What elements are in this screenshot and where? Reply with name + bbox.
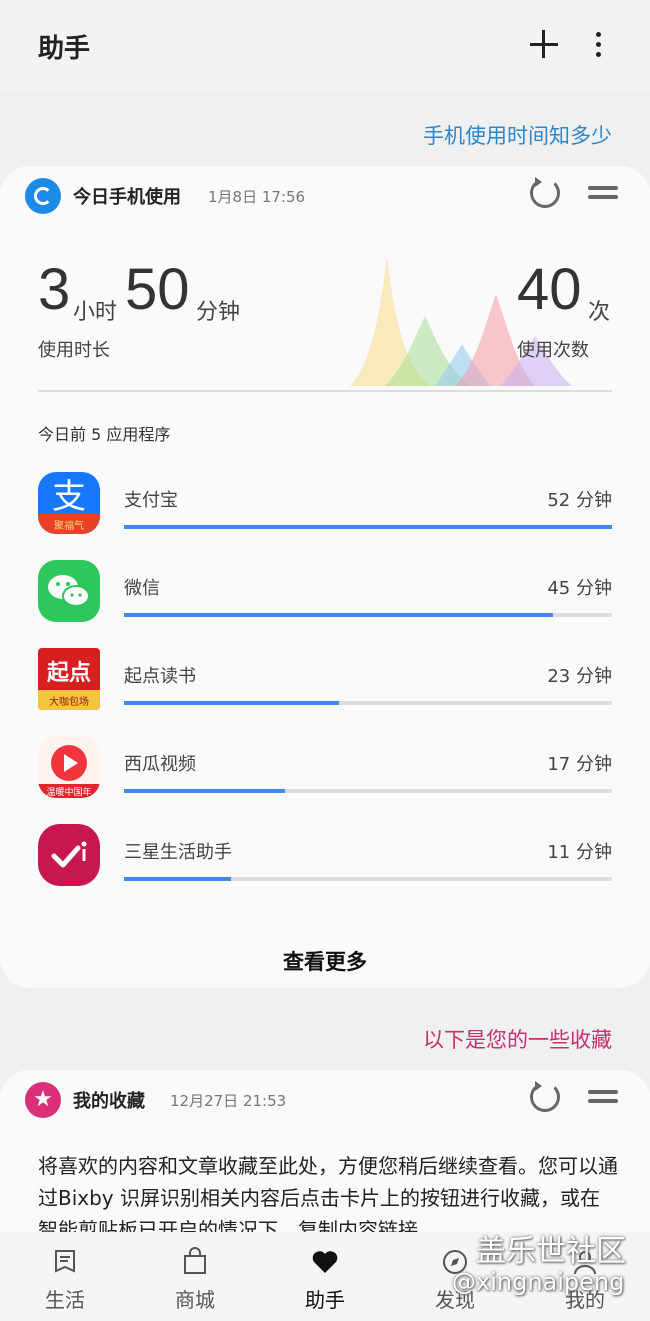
usage-minutes-unit: 分钟	[196, 300, 241, 325]
star-icon: ★	[25, 1082, 61, 1118]
app-name: 支付宝	[124, 490, 178, 511]
xigua-video-icon: 温暖中国年	[38, 736, 100, 798]
usage-icon	[25, 178, 61, 214]
add-icon[interactable]	[528, 28, 560, 60]
top-apps-label: 今日前 5 应用程序	[38, 425, 171, 444]
samsung-life-assistant-icon	[38, 824, 100, 886]
app-name: 三星生活助手	[124, 842, 232, 863]
app-name: 起点读书	[124, 666, 196, 687]
card-title: 我的收藏	[73, 1091, 145, 1112]
phone-usage-card: 今日手机使用 1月8日 17:56 3 小时 50 分钟 使用时长 40 次 使…	[0, 166, 650, 988]
usage-hours-unit: 小时	[73, 300, 118, 325]
app-usage-bar	[124, 701, 612, 705]
nav-item-assistant[interactable]: 助手	[270, 1232, 380, 1321]
app-row-xigua[interactable]: 温暖中国年 西瓜视频 17 分钟	[0, 736, 650, 806]
heart-icon	[312, 1251, 338, 1273]
alipay-icon: 支 聚福气	[38, 472, 100, 534]
usage-info-link[interactable]: 手机使用时间知多少	[423, 120, 612, 150]
favorites-info-link[interactable]: 以下是您的一些收藏	[423, 1024, 612, 1054]
app-minutes: 52 分钟	[547, 490, 612, 511]
app-name: 微信	[124, 578, 160, 599]
nav-item-store[interactable]: 商城	[140, 1232, 250, 1321]
nav-label: 助手	[305, 1288, 345, 1312]
shopping-bag-icon	[184, 1247, 206, 1274]
app-usage-bar	[124, 613, 612, 617]
app-usage-fill	[124, 877, 232, 881]
refresh-icon[interactable]	[530, 1081, 560, 1112]
app-name: 西瓜视频	[124, 754, 196, 775]
watermark-title: 盖乐世社区	[476, 1234, 626, 1269]
nav-item-life[interactable]: 生活	[10, 1232, 120, 1321]
book-icon	[55, 1250, 75, 1273]
app-usage-fill	[124, 525, 612, 529]
nav-label: 生活	[45, 1288, 85, 1312]
app-usage-bar	[124, 877, 612, 881]
qidian-icon: 起点 大咖包场	[38, 648, 100, 710]
nav-label: 商城	[175, 1288, 215, 1312]
usage-minutes-value: 50	[125, 257, 190, 322]
drag-handle-icon[interactable]	[588, 186, 618, 200]
app-usage-fill	[124, 701, 339, 705]
app-row-wechat[interactable]: 微信 45 分钟	[0, 560, 650, 630]
app-usage-fill	[124, 789, 286, 793]
usage-opens-value: 40	[517, 257, 582, 322]
app-minutes: 17 分钟	[547, 754, 612, 775]
alipay-icon-badge: 聚福气	[54, 519, 84, 532]
drag-handle-icon[interactable]	[588, 1090, 618, 1104]
qidian-icon-badge: 大咖包场	[49, 695, 89, 708]
divider	[38, 390, 612, 392]
usage-duration-label: 使用时长	[38, 340, 110, 361]
app-minutes: 23 分钟	[547, 666, 612, 687]
more-options-icon[interactable]	[588, 30, 608, 60]
app-usage-bar	[124, 525, 612, 529]
refresh-icon[interactable]	[530, 177, 560, 208]
card-title: 今日手机使用	[73, 187, 181, 208]
xigua-icon-badge: 温暖中国年	[46, 786, 91, 798]
top-bar: 助手	[0, 0, 650, 90]
app-usage-bar	[124, 789, 612, 793]
card-timestamp: 12月27日 21:53	[170, 1092, 287, 1110]
usage-opens-label: 使用次数	[517, 340, 589, 361]
see-more-button[interactable]: 查看更多	[0, 946, 650, 976]
card-timestamp: 1月8日 17:56	[208, 188, 306, 206]
app-minutes: 11 分钟	[547, 842, 612, 863]
app-row-alipay[interactable]: 支 聚福气 支付宝 52 分钟	[0, 472, 650, 542]
alipay-icon-glyph: 支	[52, 477, 86, 517]
wechat-icon	[38, 560, 100, 622]
app-row-qidian[interactable]: 起点 大咖包场 起点读书 23 分钟	[0, 648, 650, 718]
usage-opens-unit: 次	[588, 300, 611, 325]
app-minutes: 45 分钟	[547, 578, 612, 599]
watermark-handle: @xingnaipeng	[452, 1268, 625, 1296]
page-title: 助手	[38, 34, 91, 64]
app-usage-fill	[124, 613, 554, 617]
qidian-icon-glyph: 起点	[46, 660, 91, 686]
app-row-samsung-life[interactable]: 三星生活助手 11 分钟	[0, 824, 650, 894]
usage-hours-value: 3	[38, 257, 71, 322]
